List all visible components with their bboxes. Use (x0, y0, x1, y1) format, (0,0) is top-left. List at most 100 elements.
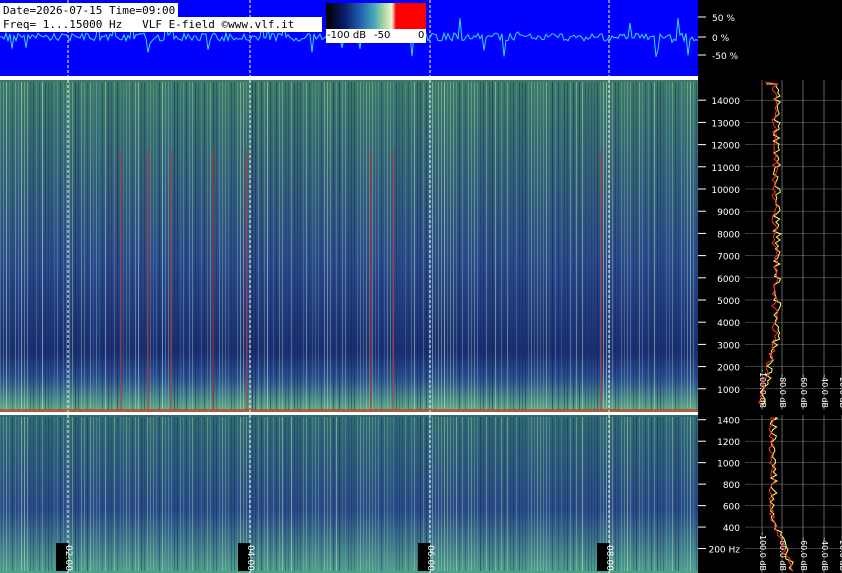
spectrogram-streak (648, 417, 649, 571)
spectrogram-streak (645, 417, 646, 571)
spectrogram-streak (54, 417, 55, 571)
spectrogram-streak (300, 82, 301, 410)
spectrogram-streak (639, 82, 640, 410)
spectrogram-streak (615, 417, 616, 571)
frequency-tick-label: 1400 (717, 417, 740, 427)
spectrogram-streak (369, 82, 370, 410)
spectrogram-streak (333, 82, 334, 410)
spectrogram-streak (237, 417, 238, 571)
spectrogram-streak (276, 82, 277, 410)
spectrogram-streak (441, 82, 442, 410)
spectrogram-streak (96, 82, 97, 410)
spectrogram-streak (324, 82, 325, 410)
spectrogram-streak (402, 82, 403, 410)
waveform-tick-label: -50 % (712, 52, 739, 62)
spectrogram-streak (621, 417, 622, 571)
spectrogram-streak (294, 417, 295, 571)
spectrogram-streak (264, 417, 265, 571)
spectrogram-streak (162, 82, 163, 410)
spectrogram-streak (654, 417, 655, 571)
spectrogram-streak (90, 417, 91, 571)
spectrogram-streak (177, 82, 178, 410)
spectrogram-streak (297, 82, 298, 410)
spectrogram-streak (417, 82, 418, 410)
spectrogram-streak (12, 82, 13, 410)
spectrogram-streak (411, 82, 412, 410)
spectrogram-streak (75, 82, 76, 410)
spectrogram-streak (258, 82, 259, 410)
spectrogram-streak (624, 417, 625, 571)
spectrogram-streak (459, 82, 460, 410)
spectrogram-streak (396, 82, 397, 410)
spectrogram-streak (543, 82, 544, 410)
spectrogram-streak (99, 82, 100, 410)
spectrogram-streak (123, 417, 124, 571)
spectrogram-streak (108, 82, 109, 410)
spectrogram-streak (24, 417, 25, 571)
spectrogram-streak (153, 82, 154, 410)
spectrogram-streak (630, 417, 631, 571)
spectrogram-streak (183, 417, 184, 571)
spectrogram-streak (552, 417, 553, 571)
spectrogram-streak (141, 417, 142, 571)
frequency-tick-label: 11000 (711, 164, 740, 174)
spectrogram-streak (333, 417, 334, 571)
spectrogram-streak (684, 417, 685, 571)
spectrogram-streak (345, 82, 346, 410)
spectrogram-streak (363, 417, 364, 571)
spectrogram-streak (573, 82, 574, 410)
spectrogram-streak (96, 417, 97, 571)
spectrogram-streak (594, 417, 595, 571)
spectrogram-streak (696, 417, 697, 571)
spectrogram-streak (174, 82, 175, 410)
spectrogram-streak (540, 82, 541, 410)
spectrogram-streak (693, 82, 694, 410)
spectrogram-streak (660, 417, 661, 571)
spectrogram-streak (360, 82, 361, 410)
spectrogram-streak (81, 417, 82, 571)
spectrogram-streak (528, 417, 529, 571)
spectrogram-streak (444, 417, 445, 571)
spectrogram-streak (279, 417, 280, 571)
spectrogram-streak (339, 417, 340, 571)
spectrogram-streak (273, 417, 274, 571)
spectrogram-streak (39, 82, 40, 410)
spectrogram-streak (624, 82, 625, 410)
spectrogram-streak (369, 417, 370, 571)
spectrogram-streak (441, 417, 442, 571)
spectrogram-streak (330, 82, 331, 410)
frequency-tick-label: 14000 (711, 97, 740, 107)
spectrogram-streak (471, 82, 472, 410)
spectrogram-streak (288, 82, 289, 410)
spectrogram-streak (540, 417, 541, 571)
spectrogram-streak (636, 417, 637, 571)
spectrogram-streak (426, 82, 427, 410)
spectrogram-streak (228, 82, 229, 410)
spectrogram-streak (126, 82, 127, 410)
spectrogram-streak (366, 82, 367, 410)
spectrogram-streak (165, 82, 166, 410)
spectrogram-streak (312, 82, 313, 410)
spectrum-db-label: -100.0 dB (758, 532, 767, 571)
spectrogram-streak (687, 82, 688, 410)
panel-divider (0, 76, 698, 80)
spectrogram-streak (315, 417, 316, 571)
spectrogram-streak (483, 417, 484, 571)
spectrogram-streak (468, 417, 469, 571)
spectrogram-streak (204, 82, 205, 410)
spectrogram-streak (321, 417, 322, 571)
spectrum-db-label: -60.0 dB (799, 537, 808, 571)
spectrogram-streak (6, 417, 7, 571)
spectrogram-streak (252, 82, 253, 410)
frequency-tick-label: 200 Hz (708, 546, 740, 556)
spectrogram-streak (654, 82, 655, 410)
spectrogram-streak (192, 417, 193, 571)
spectrum-db-label: -40.0 dB (820, 374, 829, 408)
spectrogram-streak (549, 417, 550, 571)
spectrogram-streak (111, 417, 112, 571)
spectrogram-streak (357, 82, 358, 410)
spectrogram-streak (261, 82, 262, 410)
spectrogram-streak (444, 82, 445, 410)
spectrogram-streak (696, 82, 697, 410)
spectrogram-streak (18, 417, 19, 571)
